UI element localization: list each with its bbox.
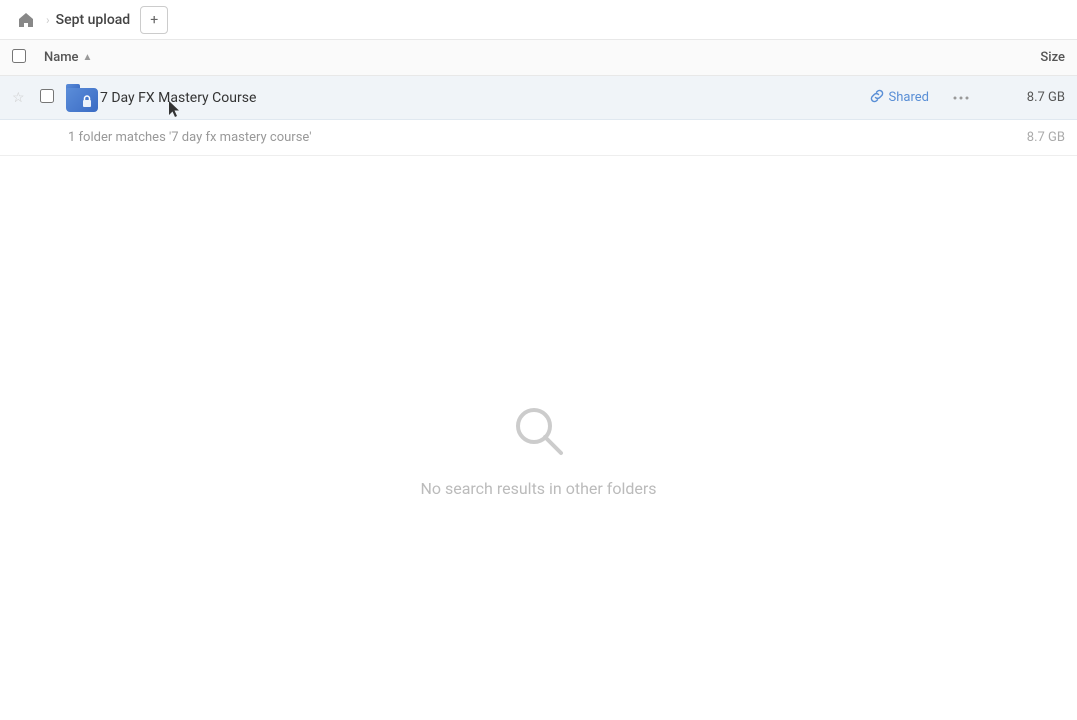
breadcrumb-separator: › [46,13,50,27]
star-button[interactable]: ☆ [12,90,40,106]
empty-state-message: No search results in other folders [420,479,656,498]
summary-text: 1 folder matches '7 day fx mastery cours… [68,130,1027,145]
folder-icon [64,84,100,112]
name-column-header[interactable]: Name ▲ [44,50,965,65]
row-checkbox[interactable] [40,89,64,107]
summary-size: 8.7 GB [1027,130,1065,145]
home-button[interactable] [12,6,40,34]
summary-row: 1 folder matches '7 day fx mastery cours… [0,120,1077,156]
shared-badge: Shared [870,89,929,107]
breadcrumb-bar: › Sept upload + [0,0,1077,40]
link-icon [870,89,884,107]
file-size: 8.7 GB [985,90,1065,105]
select-all-checkbox[interactable] [12,49,26,63]
more-options-button[interactable] [945,96,977,100]
column-headers: Name ▲ Size [0,40,1077,76]
file-row[interactable]: ☆ 7 Day FX Mastery Course [0,76,1077,120]
header-checkbox [12,49,44,67]
file-name: 7 Day FX Mastery Course [100,90,870,106]
empty-search-icon [507,399,571,463]
empty-state: No search results in other folders [0,156,1077,720]
add-button[interactable]: + [140,6,168,34]
breadcrumb-current-folder[interactable]: Sept upload [56,12,131,28]
content-area: ☆ 7 Day FX Mastery Course [0,76,1077,720]
sort-indicator: ▲ [83,52,93,63]
lock-icon [80,94,94,108]
size-column-header: Size [965,50,1065,65]
shared-label: Shared [889,90,929,105]
